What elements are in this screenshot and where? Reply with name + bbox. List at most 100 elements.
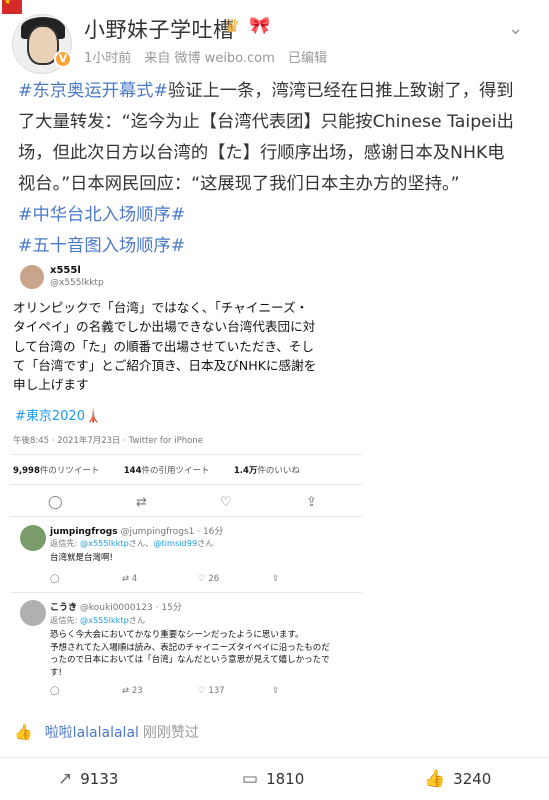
reply-author: こうき @kouki0000123 · 15分 bbox=[50, 600, 182, 613]
reply-author-name: こうき bbox=[50, 603, 78, 613]
reply-suffix: さん bbox=[197, 538, 214, 548]
tweet-body-line: て「台湾です」とご紹介頂き、日本及びNHKに感謝を bbox=[13, 357, 317, 373]
tweet-avatar bbox=[20, 265, 44, 289]
reply-author-handle: @kouki0000123 · 15分 bbox=[79, 603, 182, 613]
retweet-count: 9,998 bbox=[13, 466, 40, 476]
reply-retweet-count: 4 bbox=[131, 574, 138, 584]
hashtag-link[interactable]: #东京奥运开幕式# bbox=[18, 81, 168, 101]
post-text-line: #五十音图入场顺序# bbox=[18, 231, 543, 262]
reply-to-link: @x555lkktp bbox=[79, 615, 129, 625]
reply-mid: さん、 bbox=[128, 538, 154, 548]
like-button[interactable]: 👍 3240 bbox=[424, 769, 491, 789]
divider bbox=[10, 484, 362, 485]
reply-author-name: jumpingfrogs bbox=[50, 527, 118, 537]
post-text-line: 了大量转发：“迄今为止【台湾代表团】只能按Chinese Taipei出 bbox=[18, 107, 543, 138]
quote-label: 件の引用ツイート bbox=[141, 466, 210, 476]
like-count: 3240 bbox=[453, 770, 492, 788]
embedded-image[interactable]: x555l @x555lkktp オリンピックで「台湾」ではなく、「チャイニーズ… bbox=[10, 262, 364, 724]
comment-button[interactable]: ▭ 1810 bbox=[242, 769, 304, 789]
reply-text-line: 恐らく今大会においてかなり重要なシーンだったように思います。 bbox=[50, 630, 304, 640]
post-source[interactable]: 来自 微博 weibo.com bbox=[144, 51, 274, 66]
reply-text-line: 予想されてた入場順は読み、表記のチャイニーズタイペイに沿ったものだ bbox=[50, 642, 330, 653]
post-header: V 小野妹子学吐槽 ♛ 🎀 ⌄ 1小时前 来自 微博 weibo.com 已编辑 bbox=[0, 0, 549, 76]
heart-icon: ♡ 26 bbox=[198, 574, 220, 584]
post-text: #东京奥运开幕式#验证上一条，湾湾已经在日推上致谢了，得到了大量转发：“迄今为止… bbox=[18, 76, 543, 262]
reply-icon: ◯ bbox=[50, 574, 60, 584]
verified-badge-icon: V bbox=[54, 50, 72, 68]
liked-by-text: 刚刚赞过 bbox=[142, 725, 199, 741]
liked-by-user[interactable]: 啦啦lalalalalal bbox=[45, 725, 139, 741]
repost-count: 9133 bbox=[80, 770, 119, 788]
reply-author-handle: @jumpingfrogs1 · 16分 bbox=[120, 527, 224, 537]
reply-author: jumpingfrogs @jumpingfrogs1 · 16分 bbox=[50, 524, 223, 537]
reply-avatar bbox=[20, 525, 46, 551]
reply-mid: さん bbox=[128, 615, 146, 625]
reply-like-count: 26 bbox=[208, 574, 220, 584]
tweet-author-handle: @x555lkktp bbox=[50, 278, 104, 288]
tweet-body-line: タイペイ」の名義でしか出場できない台湾代表団に対 bbox=[13, 319, 316, 335]
reply-like-count: 137 bbox=[208, 686, 225, 696]
tweet-body: オリンピックで「台湾」ではなく、「チャイニーズ・ タイペイ」の名義でしか出場でき… bbox=[13, 298, 363, 394]
reply-text-line: ったので日本においては「台湾」なんだという意思が見えて嬉しかったで bbox=[50, 655, 330, 665]
reply-icon: ◯ bbox=[48, 495, 63, 510]
divider bbox=[10, 592, 362, 593]
divider bbox=[10, 454, 362, 455]
tweet-body-line: して台湾の「た」の順番で出場させていただき、そし bbox=[13, 338, 314, 354]
liked-by-row: 👍 啦啦lalalalalal 刚刚赞过 bbox=[14, 722, 199, 742]
retweet-icon: ⇄ 23 bbox=[122, 686, 143, 696]
share-icon: ⇪ bbox=[272, 686, 280, 696]
share-icon: ⇪ bbox=[306, 495, 317, 510]
reply-retweet-count: 23 bbox=[131, 686, 143, 696]
post-text-line: #中华台北入场顺序# bbox=[18, 200, 543, 231]
tweet-body-line: 申し上げます bbox=[13, 377, 89, 393]
edited-label[interactable]: 已编辑 bbox=[288, 51, 327, 66]
reply-icon: ◯ bbox=[50, 686, 60, 696]
tweet-stats: 9,998件のリツイート 144件の引用ツイート 1.4万件のいいね bbox=[13, 464, 300, 476]
post-meta: 1小时前 来自 微博 weibo.com 已编辑 bbox=[84, 47, 336, 66]
quote-count: 144 bbox=[123, 466, 142, 476]
thumbs-up-icon: 👍 bbox=[14, 723, 33, 741]
crown-icon[interactable]: ♛ bbox=[224, 16, 240, 37]
heart-icon: ♡ 137 bbox=[198, 686, 225, 696]
chevron-down-icon[interactable]: ⌄ bbox=[508, 18, 523, 39]
retweet-icon: ⇄ bbox=[136, 495, 147, 510]
heart-icon: ♡ bbox=[220, 495, 232, 510]
tweet-timestamp: 午後8:45 · 2021年7月23日 · Twitter for iPhone bbox=[13, 436, 203, 446]
divider bbox=[10, 516, 362, 517]
post-text-line: 视台。”日本网民回应：“这展现了我们日本主办方的坚持。” bbox=[18, 169, 543, 200]
like-label: 件のいいね bbox=[257, 466, 300, 476]
reply-text-line: 台湾就是台灣啊! bbox=[50, 553, 113, 563]
reply-text: 台湾就是台灣啊! bbox=[50, 552, 113, 565]
bottom-action-bar: ↗ 9133 ▭ 1810 👍 3240 bbox=[0, 758, 549, 800]
repost-button[interactable]: ↗ 9133 bbox=[58, 769, 118, 789]
reply-to: 返信先: @x555lkktpさん、@timsid99さん bbox=[50, 537, 214, 549]
comment-icon: ▭ bbox=[242, 769, 259, 789]
post-text-segment: 验证上一条，湾湾已经在日推上致谢了，得到 bbox=[167, 81, 514, 101]
hashtag-link[interactable]: #中华台北入场顺序# bbox=[18, 205, 185, 225]
retweet-icon: ⇄ 4 bbox=[122, 574, 138, 584]
reply-to-link: @x555lkktp bbox=[79, 538, 129, 548]
post-time: 1小时前 bbox=[84, 51, 132, 66]
tweet-author-name: x555l bbox=[50, 265, 81, 276]
comment-count: 1810 bbox=[266, 770, 305, 788]
flag-icon bbox=[2, 0, 22, 14]
reply-to: 返信先: @x555lkktpさん bbox=[50, 614, 145, 626]
share-icon: ⇪ bbox=[272, 574, 280, 584]
post-text-segment: 场，但此次日方以台湾的【た】行顺序出场，感谢日本及NHK电 bbox=[18, 143, 505, 163]
like-count: 1.4万 bbox=[233, 466, 258, 476]
reply-prefix: 返信先: bbox=[50, 615, 80, 625]
post-text-segment: 视台。”日本网民回应：“这展现了我们日本主办方的坚持。” bbox=[18, 174, 460, 194]
tweet-hashtag: #東京2020🗼 bbox=[15, 409, 102, 424]
reply-avatar bbox=[20, 600, 46, 626]
gift-icon[interactable]: 🎀 bbox=[249, 16, 270, 36]
reply-text: 恐らく今大会においてかなり重要なシーンだったように思います。 予想されてた入場順… bbox=[50, 629, 330, 679]
post-text-segment: 了大量转发：“迄今为止【台湾代表团】只能按Chinese Taipei出 bbox=[18, 112, 514, 132]
reply-to-link: @timsid99 bbox=[153, 538, 198, 548]
hashtag-link[interactable]: #五十音图入场顺序# bbox=[18, 236, 185, 256]
tweet-body-line: オリンピックで「台湾」ではなく、「チャイニーズ・ bbox=[13, 300, 309, 315]
reply-prefix: 返信先: bbox=[50, 538, 80, 548]
thumbs-up-icon: 👍 bbox=[424, 769, 446, 789]
user-name[interactable]: 小野妹子学吐槽 bbox=[84, 14, 235, 44]
reply-text-line: す! bbox=[50, 667, 62, 678]
repost-icon: ↗ bbox=[58, 769, 73, 789]
